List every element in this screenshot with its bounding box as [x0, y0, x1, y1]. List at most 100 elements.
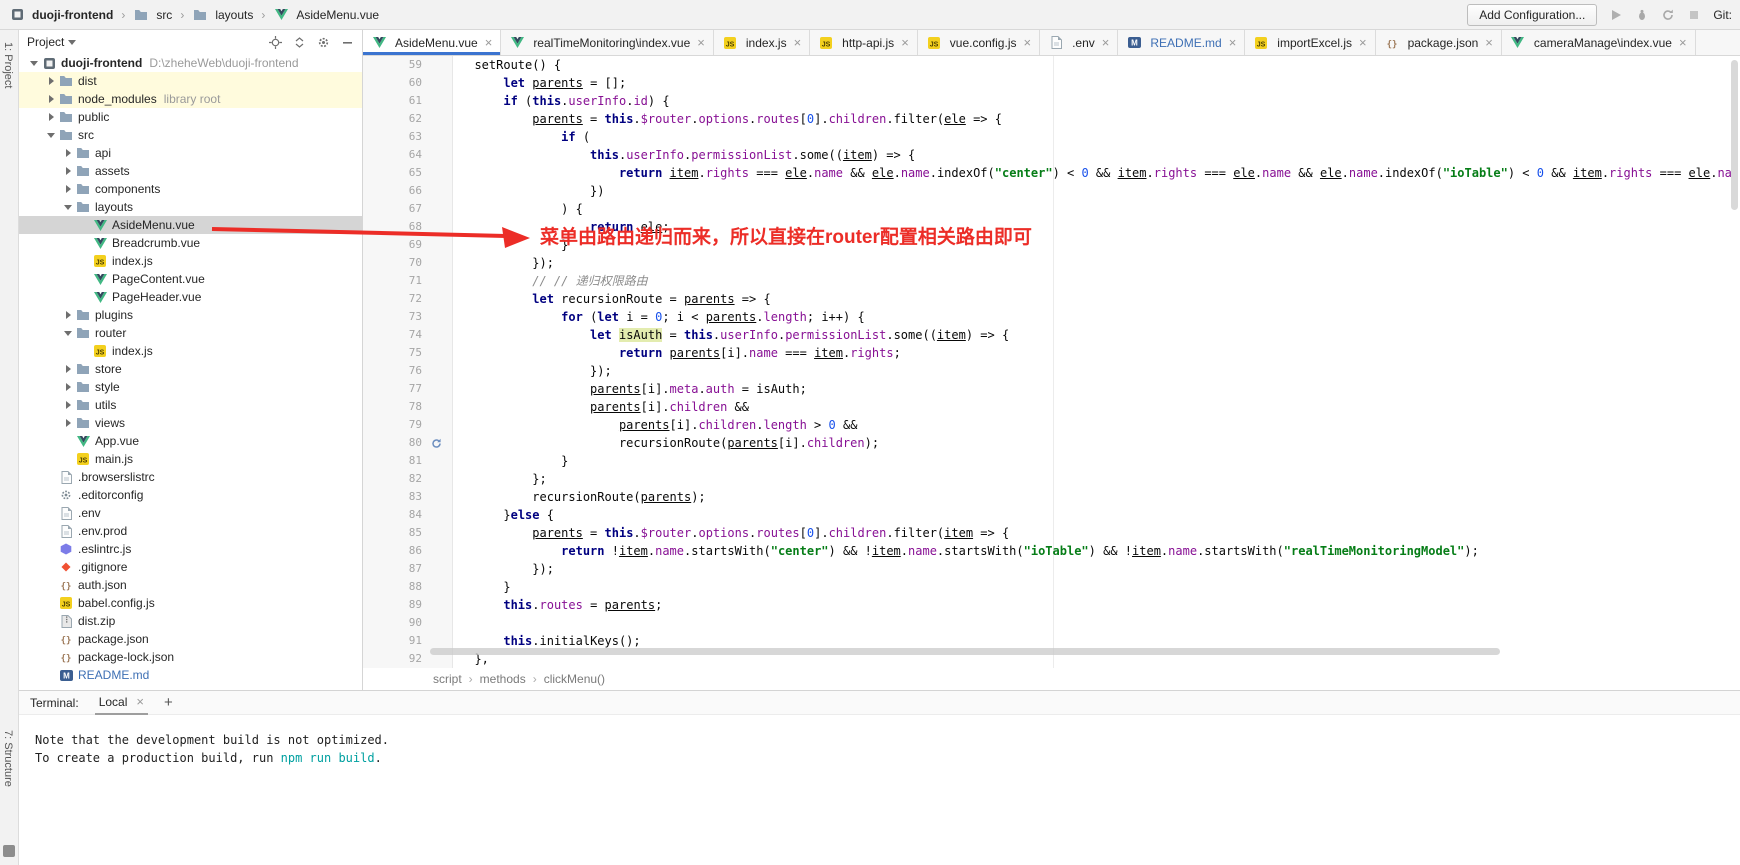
tree-item[interactable]: JSindex.js	[19, 342, 362, 360]
tree-item[interactable]: node_moduleslibrary root	[19, 90, 362, 108]
editor-breadcrumb-item[interactable]: script	[433, 672, 462, 686]
code-line[interactable]: 59 setRoute() {	[363, 56, 1740, 74]
stop-icon[interactable]	[1687, 8, 1701, 22]
tree-item[interactable]: .env.prod	[19, 522, 362, 540]
code-line[interactable]: 71 // // 递归权限路由	[363, 272, 1740, 290]
add-configuration-button[interactable]: Add Configuration...	[1467, 4, 1597, 26]
code-line[interactable]: 84 }else {	[363, 506, 1740, 524]
sync-icon[interactable]	[1661, 8, 1675, 22]
close-icon[interactable]: ×	[1485, 35, 1493, 50]
code-line[interactable]: 79 parents[i].children.length > 0 &&	[363, 416, 1740, 434]
tree-item[interactable]: {}package.json	[19, 630, 362, 648]
chevron-down-icon[interactable]	[61, 205, 75, 210]
tree-item[interactable]: PageHeader.vue	[19, 288, 362, 306]
editor-breadcrumb-item[interactable]: clickMenu()	[544, 672, 605, 686]
code-line[interactable]: 67 ) {	[363, 200, 1740, 218]
tree-item[interactable]: MREADME.md	[19, 666, 362, 684]
chevron-right-icon[interactable]	[61, 149, 75, 157]
tree-item[interactable]: JSmain.js	[19, 450, 362, 468]
editor-tab[interactable]: JSindex.js×	[714, 30, 810, 55]
code-line[interactable]: 74 let isAuth = this.userInfo.permission…	[363, 326, 1740, 344]
git-branch-widget[interactable]: Git:	[1713, 8, 1732, 22]
breadcrumb-item[interactable]: AsideMenu.vue	[270, 6, 382, 24]
tree-item[interactable]: Breadcrumb.vue	[19, 234, 362, 252]
tree-item[interactable]: layouts	[19, 198, 362, 216]
code-line[interactable]: 64 this.userInfo.permissionList.some((it…	[363, 146, 1740, 164]
close-icon[interactable]: ×	[697, 35, 705, 50]
chevron-right-icon[interactable]	[44, 77, 58, 85]
editor-tab[interactable]: realTimeMonitoring\index.vue×	[501, 30, 714, 55]
editor-tab[interactable]: JSvue.config.js×	[918, 30, 1040, 55]
close-icon[interactable]: ×	[485, 35, 493, 50]
chevron-down-icon[interactable]	[61, 331, 75, 336]
chevron-right-icon[interactable]	[44, 95, 58, 103]
tree-item[interactable]: components	[19, 180, 362, 198]
code-line[interactable]: 89 this.routes = parents;	[363, 596, 1740, 614]
project-panel-title[interactable]: Project	[27, 35, 64, 49]
tree-item[interactable]: App.vue	[19, 432, 362, 450]
tree-item[interactable]: public	[19, 108, 362, 126]
tree-item[interactable]: .browserslistrc	[19, 468, 362, 486]
code-line[interactable]: 83 recursionRoute(parents);	[363, 488, 1740, 506]
close-icon[interactable]: ×	[794, 35, 802, 50]
hide-panel-icon[interactable]	[340, 35, 354, 49]
tree-item[interactable]: JSindex.js	[19, 252, 362, 270]
editor-breadcrumb-item[interactable]: methods	[480, 672, 526, 686]
code-line[interactable]: 77 parents[i].meta.auth = isAuth;	[363, 380, 1740, 398]
tree-item[interactable]: .editorconfig	[19, 486, 362, 504]
tree-item[interactable]: api	[19, 144, 362, 162]
code-line[interactable]: 70 });	[363, 254, 1740, 272]
editor-tab[interactable]: MREADME.md×	[1118, 30, 1245, 55]
tree-item[interactable]: {}package-lock.json	[19, 648, 362, 666]
chevron-right-icon[interactable]	[61, 383, 75, 391]
tree-item[interactable]: .gitignore	[19, 558, 362, 576]
code-line[interactable]: 60 let parents = [];	[363, 74, 1740, 92]
chevron-right-icon[interactable]	[61, 311, 75, 319]
code-line[interactable]: 81 }	[363, 452, 1740, 470]
toolwindow-switcher-icon[interactable]	[3, 845, 15, 857]
chevron-right-icon[interactable]	[44, 113, 58, 121]
editor-tab[interactable]: cameraManage\index.vue×	[1502, 30, 1696, 55]
close-icon[interactable]: ×	[1679, 35, 1687, 50]
horizontal-scrollbar[interactable]	[430, 648, 1500, 655]
close-icon[interactable]: ×	[136, 694, 144, 709]
locate-file-icon[interactable]	[268, 35, 282, 49]
vertical-scrollbar[interactable]	[1731, 60, 1738, 210]
close-icon[interactable]: ×	[1102, 35, 1110, 50]
chevron-down-icon[interactable]	[68, 40, 76, 45]
editor-tab[interactable]: {}package.json×	[1376, 30, 1502, 55]
chevron-right-icon[interactable]	[61, 185, 75, 193]
breadcrumb-item[interactable]: layouts	[189, 6, 256, 24]
code-line[interactable]: 69 }	[363, 236, 1740, 254]
structure-toolwindow-button[interactable]: 7: Structure	[2, 730, 14, 787]
code-line[interactable]: 88 }	[363, 578, 1740, 596]
tree-item[interactable]: .eslintrc.js	[19, 540, 362, 558]
tree-item[interactable]: router	[19, 324, 362, 342]
tree-item[interactable]: style	[19, 378, 362, 396]
tree-item[interactable]: src	[19, 126, 362, 144]
code-line[interactable]: 73 for (let i = 0; i < parents.length; i…	[363, 308, 1740, 326]
editor-tab[interactable]: JSimportExcel.js×	[1245, 30, 1375, 55]
editor-tab[interactable]: AsideMenu.vue×	[363, 30, 501, 55]
terminal-tab-local[interactable]: Local ×	[95, 691, 148, 715]
tree-item[interactable]: AsideMenu.vue	[19, 216, 362, 234]
code-line[interactable]: 68 return ele;	[363, 218, 1740, 236]
code-line[interactable]: 61 if (this.userInfo.id) {	[363, 92, 1740, 110]
chevron-right-icon[interactable]	[61, 419, 75, 427]
close-icon[interactable]: ×	[1359, 35, 1367, 50]
tree-item[interactable]: dist	[19, 72, 362, 90]
project-toolwindow-button[interactable]: 1: Project	[2, 42, 14, 88]
code-line[interactable]: 63 if (	[363, 128, 1740, 146]
code-line[interactable]: 86 return !item.name.startsWith("center"…	[363, 542, 1740, 560]
breadcrumb-item[interactable]: duoji-frontend	[6, 6, 116, 24]
editor-tab[interactable]: JShttp-api.js×	[810, 30, 918, 55]
close-icon[interactable]: ×	[901, 35, 909, 50]
tree-item[interactable]: {}auth.json	[19, 576, 362, 594]
collapse-all-icon[interactable]	[292, 35, 306, 49]
chevron-right-icon[interactable]	[61, 365, 75, 373]
chevron-down-icon[interactable]	[27, 61, 41, 66]
code-line[interactable]: 78 parents[i].children &&	[363, 398, 1740, 416]
tree-item[interactable]: plugins	[19, 306, 362, 324]
tree-item[interactable]: store	[19, 360, 362, 378]
code-line[interactable]: 65 return item.rights === ele.name && el…	[363, 164, 1740, 182]
